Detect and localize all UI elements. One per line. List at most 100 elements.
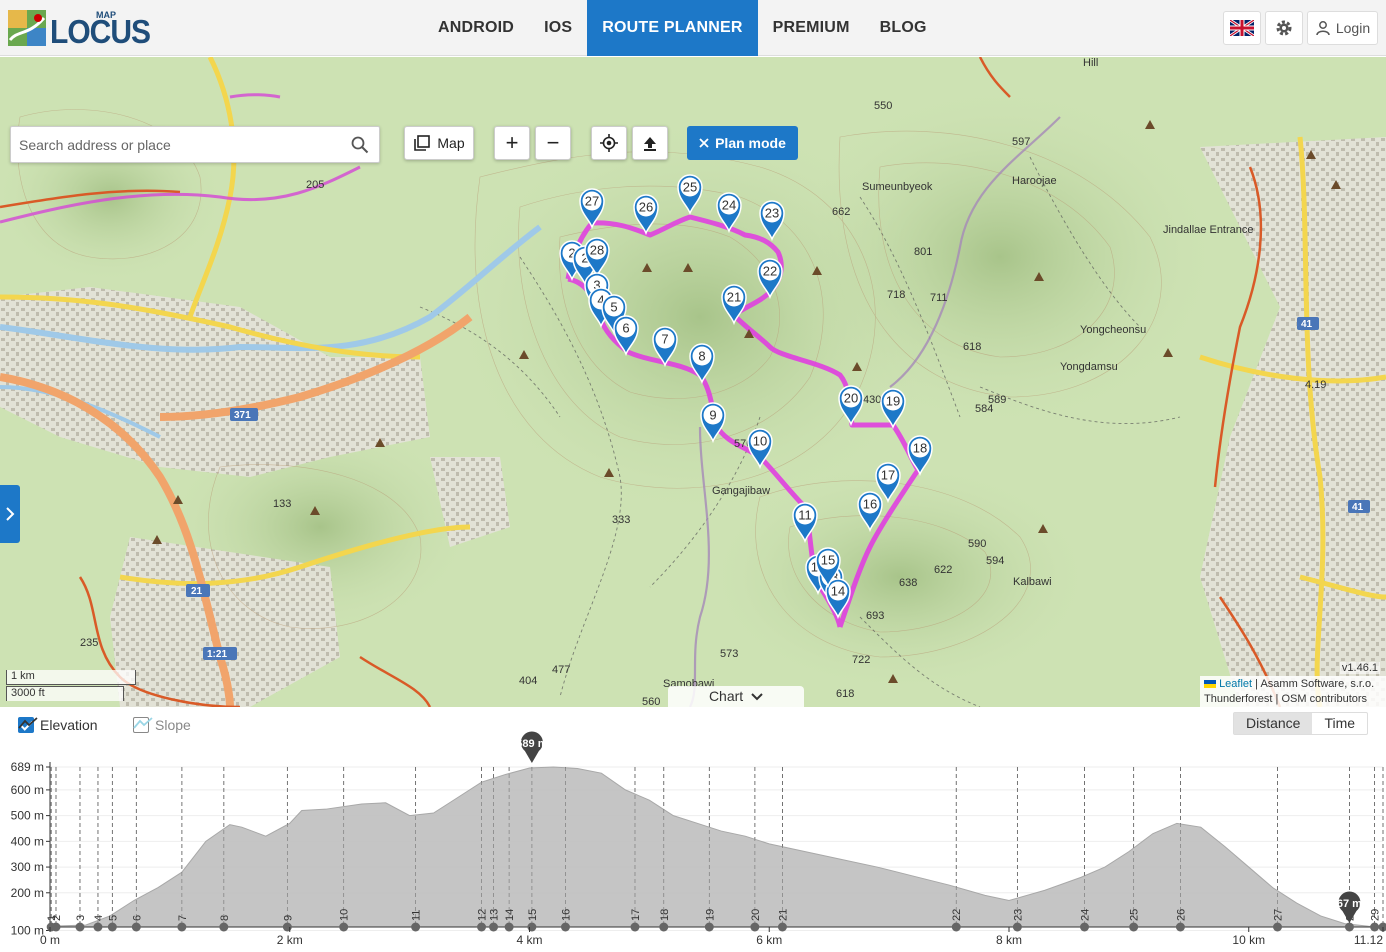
waypoint-axis-label: 8: [219, 915, 231, 921]
waypoint-marker[interactable]: 25: [677, 174, 703, 216]
waypoint-axis-label: 23: [1012, 909, 1024, 921]
waypoint-dot[interactable]: [560, 922, 570, 932]
waypoint-dot[interactable]: [219, 922, 229, 932]
elevation-checkbox[interactable]: Elevation: [18, 717, 98, 733]
nav-blog[interactable]: BLOG: [865, 0, 942, 56]
nav-premium[interactable]: PREMIUM: [758, 0, 865, 56]
waypoint-number: 26: [639, 200, 653, 215]
login-button[interactable]: Login: [1307, 11, 1378, 45]
waypoint-dot[interactable]: [704, 922, 714, 932]
waypoint-number: 6: [622, 321, 629, 336]
language-button[interactable]: [1223, 11, 1261, 45]
waypoint-dot[interactable]: [75, 922, 85, 932]
waypoint-marker[interactable]: 27: [579, 188, 605, 230]
waypoint-axis-label: 10: [339, 909, 351, 921]
waypoint-marker[interactable]: 19: [880, 388, 906, 430]
zoom-in-button[interactable]: +: [494, 126, 530, 160]
waypoint-dot[interactable]: [750, 922, 760, 932]
search-box[interactable]: [10, 126, 380, 163]
waypoint-dot[interactable]: [51, 922, 61, 932]
waypoint-dot[interactable]: [527, 922, 537, 932]
waypoint-axis-label: 26: [1175, 909, 1187, 921]
nav-ios[interactable]: IOS: [529, 0, 587, 56]
nav-android[interactable]: ANDROID: [423, 0, 529, 56]
waypoint-dot[interactable]: [1175, 922, 1185, 932]
ukraine-flag-icon: [1204, 680, 1216, 689]
waypoint-marker[interactable]: 11: [792, 502, 818, 544]
waypoint-dot[interactable]: [93, 922, 103, 932]
x-tick-label: 6 km: [756, 933, 782, 947]
locate-button[interactable]: [591, 126, 627, 160]
map-layer-button[interactable]: Map: [404, 126, 474, 160]
waypoint-dot[interactable]: [411, 922, 421, 932]
x-tick-label: 4 km: [516, 933, 542, 947]
search-input[interactable]: [19, 135, 339, 155]
elevation-chart[interactable]: 689 m600 m500 m400 m300 m200 m100 m12 3 4 5…: [0, 707, 1386, 952]
search-icon[interactable]: [351, 136, 369, 154]
waypoint-marker[interactable]: 9: [700, 402, 726, 444]
waypoint-dot[interactable]: [1370, 922, 1380, 932]
zoom-out-button[interactable]: −: [535, 126, 571, 160]
upload-button[interactable]: [632, 126, 668, 160]
distance-toggle[interactable]: Distance: [1234, 713, 1313, 734]
nav-route-planner[interactable]: ROUTE PLANNER: [587, 0, 758, 56]
version-label: v1.46.1: [1339, 662, 1380, 674]
elevation-label: Elevation: [40, 717, 98, 733]
waypoint-number: 19: [886, 394, 900, 409]
waypoint-dot[interactable]: [131, 922, 141, 932]
x-tick-label: 0 m: [40, 933, 60, 947]
waypoint-marker[interactable]: 10: [747, 428, 773, 470]
attribution-line2[interactable]: Thunderforest | OSM contributors: [1204, 692, 1382, 707]
waypoint-dot[interactable]: [1273, 922, 1283, 932]
waypoint-marker[interactable]: 20: [838, 385, 864, 427]
waypoint-number: 11: [798, 508, 812, 523]
side-panel-toggle[interactable]: [0, 485, 20, 543]
waypoint-dot[interactable]: [1344, 922, 1354, 932]
waypoint-dot[interactable]: [477, 922, 487, 932]
slope-checkbox[interactable]: Slope: [133, 717, 191, 733]
waypoint-marker[interactable]: 24: [716, 192, 742, 234]
waypoint-dot[interactable]: [1080, 922, 1090, 932]
waypoint-dot[interactable]: [504, 922, 514, 932]
waypoint-dot[interactable]: [339, 922, 349, 932]
logo-icon: [8, 10, 46, 46]
waypoint-dot[interactable]: [107, 922, 117, 932]
svg-text:67 m: 67 m: [1337, 898, 1362, 910]
leaflet-link[interactable]: Leaflet: [1219, 678, 1252, 690]
plan-mode-label: Plan mode: [715, 135, 786, 151]
waypoint-marker[interactable]: 22: [757, 258, 783, 300]
waypoint-marker[interactable]: 23: [759, 200, 785, 242]
waypoint-axis-label: 25: [1129, 909, 1141, 921]
chart-collapse-tab[interactable]: Chart: [668, 686, 804, 707]
waypoint-dot[interactable]: [777, 922, 787, 932]
locus-map-logo[interactable]: LOCUS MAP: [8, 10, 151, 51]
waypoint-marker[interactable]: 6: [613, 315, 639, 357]
main-nav: ANDROID IOS ROUTE PLANNER PREMIUM BLOG: [423, 0, 942, 56]
waypoint-marker[interactable]: 16: [857, 491, 883, 533]
elevation-line-icon: [18, 717, 38, 729]
waypoint-dot[interactable]: [282, 922, 292, 932]
waypoint-dot[interactable]: [630, 922, 640, 932]
waypoint-marker[interactable]: 7: [652, 326, 678, 368]
waypoint-dot[interactable]: [659, 922, 669, 932]
plan-mode-button[interactable]: Plan mode: [687, 126, 798, 160]
waypoint-dot[interactable]: [1129, 922, 1139, 932]
time-toggle[interactable]: Time: [1312, 713, 1367, 734]
waypoint-marker[interactable]: 14: [825, 578, 851, 620]
waypoint-marker[interactable]: 8: [689, 343, 715, 385]
settings-button[interactable]: [1265, 11, 1303, 45]
waypoint-number: 10: [753, 434, 767, 449]
waypoint-dot[interactable]: [1012, 922, 1022, 932]
y-tick-label: 500 m: [11, 809, 44, 823]
waypoint-marker[interactable]: 18: [907, 435, 933, 477]
map-view[interactable]: 371 41 41 21 1:21 Hill 550 Sumeunbyeok Haro…: [0, 57, 1386, 707]
waypoint-marker[interactable]: 21: [721, 284, 747, 326]
waypoint-axis-label: 20: [750, 909, 762, 921]
waypoint-marker[interactable]: 26: [633, 194, 659, 236]
axis-mode-toggle[interactable]: Distance Time: [1233, 712, 1369, 735]
waypoint-marker[interactable]: 17: [875, 462, 901, 504]
waypoint-dot[interactable]: [951, 922, 961, 932]
waypoint-axis-label: 3: [75, 915, 87, 921]
waypoint-dot[interactable]: [489, 922, 499, 932]
waypoint-dot[interactable]: [177, 922, 187, 932]
